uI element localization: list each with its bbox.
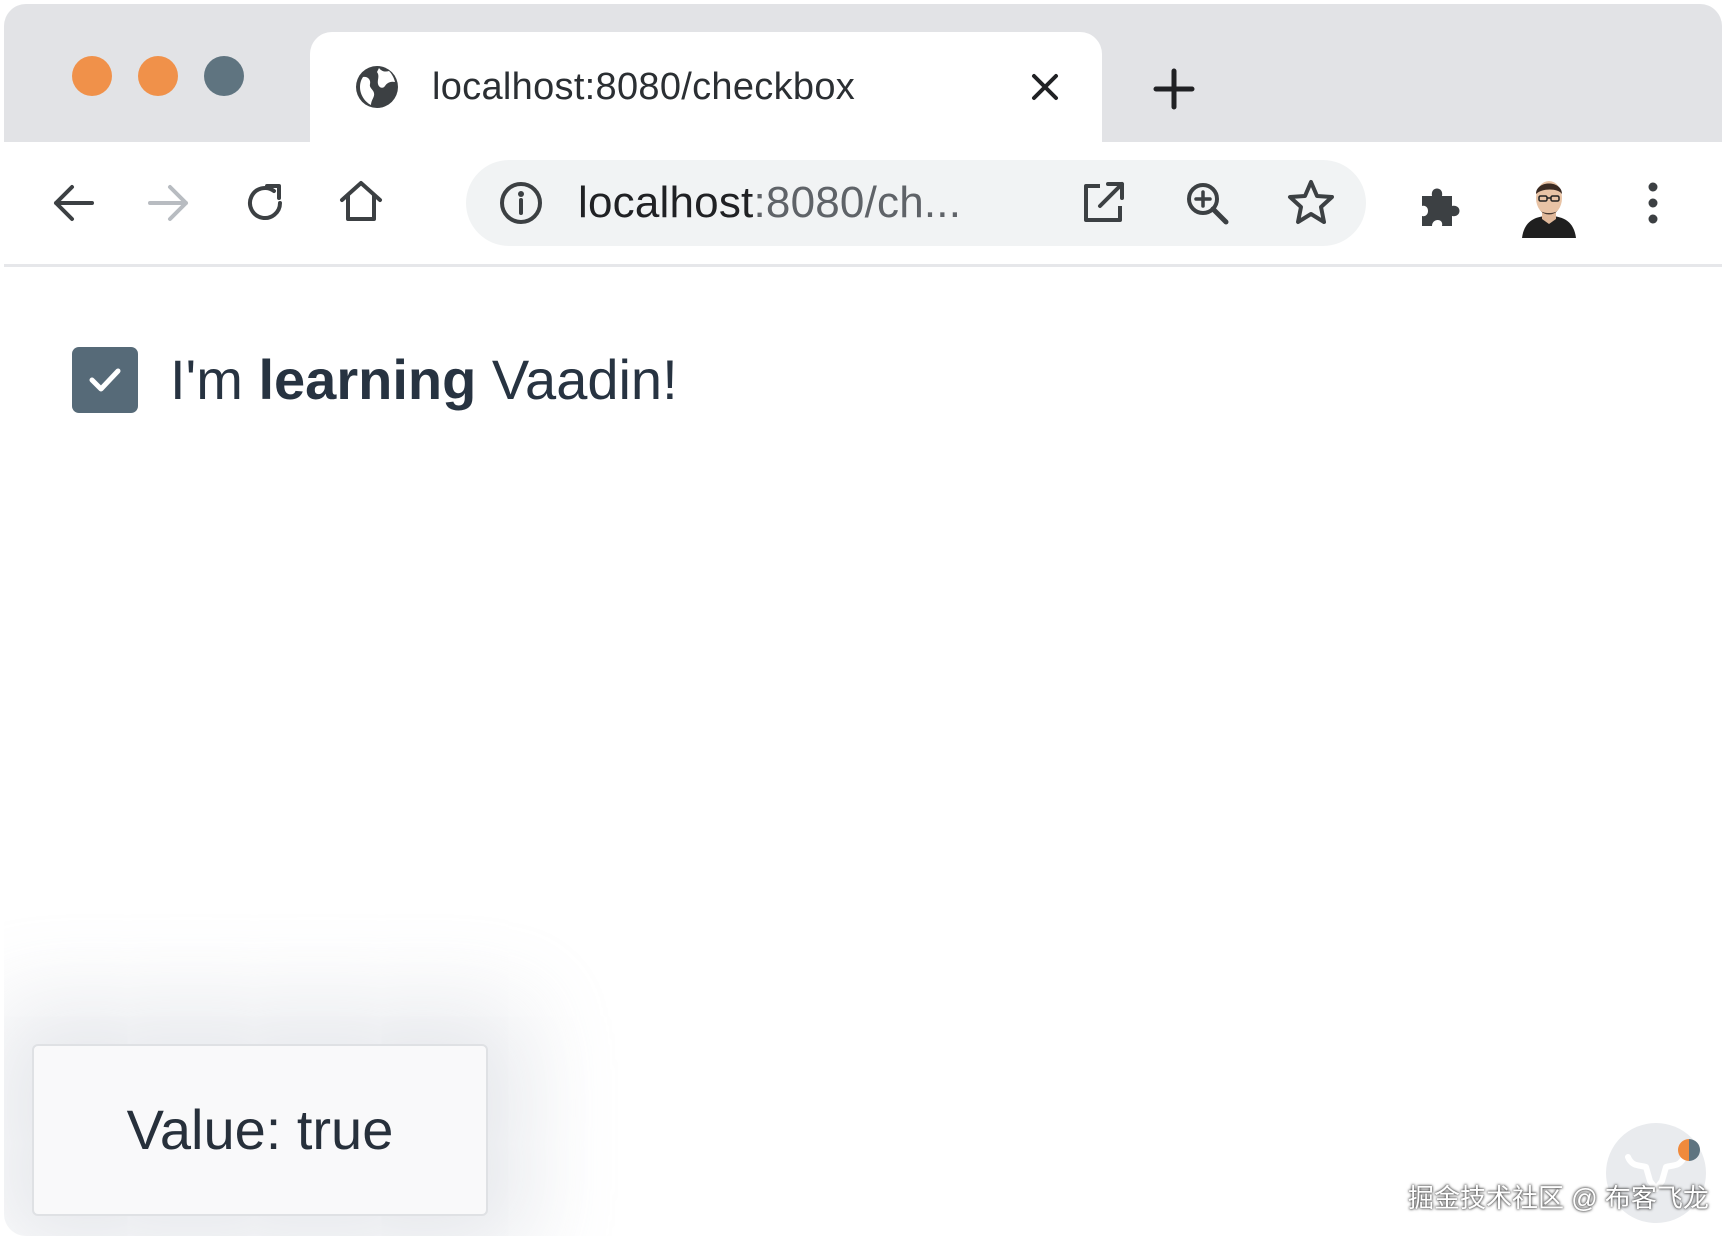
zoom-in-icon[interactable] [1182,178,1232,228]
address-bar[interactable]: localhost:8080/ch... [466,160,1366,246]
tab-close-icon[interactable] [1028,70,1062,104]
reload-icon[interactable] [240,178,290,228]
checkbox-label-prefix: I'm [170,348,259,411]
page-content: I'm learning Vaadin! Value: true [4,267,1722,1236]
watermark-text: 掘金技术社区 @ 布客飞龙 [1408,1183,1709,1213]
checkmark-icon [89,368,121,392]
dev-tools-status-dot [1678,1139,1700,1161]
zoom-window-button[interactable] [204,56,244,96]
site-info-icon[interactable] [496,178,546,228]
back-arrow-icon[interactable] [48,178,98,228]
value-notification: Value: true [32,1044,488,1216]
profile-avatar[interactable] [1518,172,1580,240]
tab-title: localhost:8080/checkbox [432,66,856,108]
address-bar-url: localhost:8080/ch... [578,178,962,227]
globe-icon [352,62,402,112]
forward-arrow-icon[interactable] [144,178,194,228]
bookmark-star-icon[interactable] [1286,177,1336,227]
extensions-puzzle-icon[interactable] [1414,180,1464,230]
checkbox-label-suffix: Vaadin! [476,348,678,411]
learning-vaadin-checkbox[interactable] [72,347,138,413]
open-in-new-window-icon[interactable] [1078,178,1128,228]
checkbox-label[interactable]: I'm learning Vaadin! [170,347,678,413]
notification-text: Value: true [126,1098,394,1161]
tab-localhost-checkbox[interactable]: localhost:8080/checkbox [310,32,1102,144]
tab-strip: localhost:8080/checkbox [4,4,1722,144]
checkbox-label-bold: learning [258,348,477,411]
new-tab-button[interactable] [1152,67,1196,111]
minimize-window-button[interactable] [138,56,178,96]
home-icon[interactable] [336,176,386,226]
browser-menu-kebab-icon[interactable] [1628,178,1678,228]
close-window-button[interactable] [72,56,112,96]
browser-window: localhost:8080/checkbox localhost:8080/c… [4,4,1722,1236]
browser-toolbar: localhost:8080/ch... [4,142,1722,267]
